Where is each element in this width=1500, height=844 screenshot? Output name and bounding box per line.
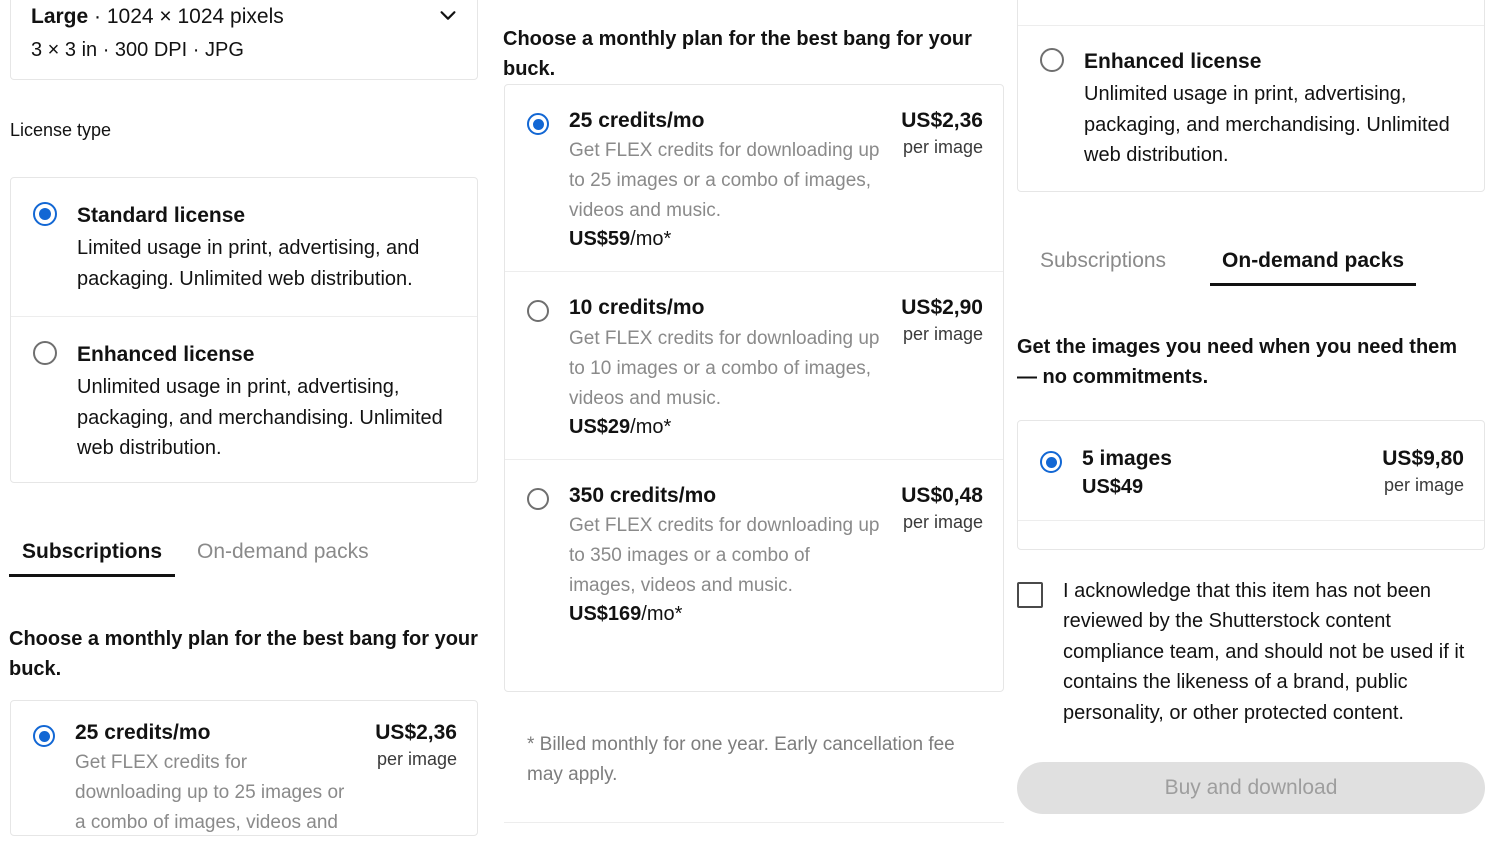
enhanced-license-title-right: Enhanced license xyxy=(1084,48,1464,75)
plan-unit-label-25: per image xyxy=(901,137,983,158)
plan-monthly-period-25: /mo* xyxy=(630,228,671,250)
plan-description-10: Get FLEX credits for downloading up to 1… xyxy=(569,324,881,414)
pack-5-images-radio[interactable] xyxy=(1040,451,1062,473)
license-option-enhanced[interactable]: Enhanced license Unlimited usage in prin… xyxy=(11,317,477,485)
plan-description-25: Get FLEX credits for downloading up to 2… xyxy=(569,136,881,226)
plan-unit-price-25: US$2,36 xyxy=(901,109,983,133)
acknowledgement-label: I acknowledge that this item has not bee… xyxy=(1063,576,1485,728)
plan-unit-label-350: per image xyxy=(901,512,983,533)
size-secondary-line: 3 × 3 in · 300 DPI · JPG xyxy=(31,35,284,65)
acknowledgement-row[interactable]: I acknowledge that this item has not bee… xyxy=(1017,576,1485,728)
plan-unit-price-10: US$2,90 xyxy=(901,296,983,320)
licensing-modal: Large · 1024 × 1024 pixels 3 × 3 in · 30… xyxy=(0,0,1500,844)
plan-350-credits-radio[interactable] xyxy=(527,488,549,510)
plan-monthly-period-350: /mo* xyxy=(641,603,682,625)
right-license-card: Enhanced license Unlimited usage in prin… xyxy=(1017,0,1485,192)
plan-unit-label-left: per image xyxy=(375,749,457,770)
pack-card-divider xyxy=(1018,520,1484,521)
enhanced-license-radio-right[interactable] xyxy=(1040,48,1064,72)
buy-and-download-button[interactable]: Buy and download xyxy=(1017,762,1485,814)
middle-bottom-divider xyxy=(504,822,1004,823)
left-plan-tabs: Subscriptions On-demand packs xyxy=(9,540,369,577)
size-label-rest: · 1024 × 1024 pixels xyxy=(88,5,284,28)
plan-monthly-period-10: /mo* xyxy=(630,416,671,438)
billing-footnote: * Billed monthly for one year. Early can… xyxy=(527,730,992,790)
plan-option-350-credits[interactable]: 350 credits/mo Get FLEX credits for down… xyxy=(505,460,1003,646)
image-size-selector[interactable]: Large · 1024 × 1024 pixels 3 × 3 in · 30… xyxy=(10,0,478,80)
right-plan-tabs: Subscriptions On-demand packs xyxy=(1040,249,1416,286)
right-plan-tagline: Get the images you need when you need th… xyxy=(1017,332,1477,393)
plan-monthly-price-25: US$59/mo* xyxy=(569,228,881,251)
plan-option-25-credits-left[interactable]: 25 credits/mo Get FLEX credits for downl… xyxy=(11,701,477,836)
size-label-bold: Large xyxy=(31,5,88,28)
acknowledgement-checkbox[interactable] xyxy=(1017,582,1043,608)
tab-subscriptions-left[interactable]: Subscriptions xyxy=(9,540,175,577)
standard-license-description: Limited usage in print, advertising, and… xyxy=(77,233,457,294)
middle-plan-tagline: Choose a monthly plan for the best bang … xyxy=(503,24,1003,85)
plan-title-350: 350 credits/mo xyxy=(569,482,881,509)
on-demand-pack-card: 5 images US$49 US$9,80 per image xyxy=(1017,420,1485,550)
tab-subscriptions-right[interactable]: Subscriptions xyxy=(1040,249,1166,286)
plan-description-left: Get FLEX credits for downloading up to 2… xyxy=(75,748,355,836)
left-plan-tagline: Choose a monthly plan for the best bang … xyxy=(9,624,479,685)
plan-monthly-price-10: US$29/mo* xyxy=(569,416,881,439)
plan-title-10: 10 credits/mo xyxy=(569,294,881,321)
plan-title-left: 25 credits/mo xyxy=(75,719,355,746)
license-type-card: Standard license Limited usage in print,… xyxy=(10,177,478,483)
left-plan-card: 25 credits/mo Get FLEX credits for downl… xyxy=(10,700,478,836)
plan-monthly-amount-10: US$29 xyxy=(569,416,630,438)
plan-option-10-credits[interactable]: 10 credits/mo Get FLEX credits for downl… xyxy=(505,272,1003,458)
plan-25-credits-radio-left[interactable] xyxy=(33,725,55,747)
enhanced-license-description-right: Unlimited usage in print, advertising, p… xyxy=(1084,79,1464,170)
chevron-down-icon[interactable] xyxy=(437,4,459,26)
plan-unit-price-left: US$2,36 xyxy=(375,721,457,745)
plan-monthly-amount-25: US$59 xyxy=(569,228,630,250)
pack-price-5-images: US$49 xyxy=(1082,476,1362,499)
plan-25-credits-radio[interactable] xyxy=(527,113,549,135)
plan-monthly-price-350: US$169/mo* xyxy=(569,603,881,626)
enhanced-license-title: Enhanced license xyxy=(77,341,457,368)
plan-10-credits-radio[interactable] xyxy=(527,300,549,322)
enhanced-license-description: Unlimited usage in print, advertising, p… xyxy=(77,372,457,463)
pack-unit-price-5-images: US$9,80 xyxy=(1382,447,1464,471)
pack-title-5-images: 5 images xyxy=(1082,445,1362,472)
plan-unit-price-350: US$0,48 xyxy=(901,484,983,508)
tab-on-demand-packs-right[interactable]: On-demand packs xyxy=(1210,249,1416,286)
middle-plan-card: 25 credits/mo Get FLEX credits for downl… xyxy=(504,84,1004,692)
tab-on-demand-packs-left[interactable]: On-demand packs xyxy=(197,540,369,577)
license-type-label: License type xyxy=(10,120,111,141)
plan-monthly-amount-350: US$169 xyxy=(569,603,641,625)
plan-description-350: Get FLEX credits for downloading up to 3… xyxy=(569,511,881,601)
size-primary-line: Large · 1024 × 1024 pixels xyxy=(31,4,284,30)
enhanced-license-radio[interactable] xyxy=(33,341,57,365)
pack-unit-label-5-images: per image xyxy=(1382,475,1464,496)
plan-option-25-credits[interactable]: 25 credits/mo Get FLEX credits for downl… xyxy=(505,85,1003,271)
plan-unit-label-10: per image xyxy=(901,324,983,345)
standard-license-title: Standard license xyxy=(77,202,457,229)
license-option-standard[interactable]: Standard license Limited usage in print,… xyxy=(11,178,477,316)
standard-license-radio[interactable] xyxy=(33,202,57,226)
license-option-enhanced-right[interactable]: Enhanced license Unlimited usage in prin… xyxy=(1018,26,1484,192)
pack-option-5-images[interactable]: 5 images US$49 US$9,80 per image xyxy=(1018,421,1484,521)
plan-title-25: 25 credits/mo xyxy=(569,107,881,134)
